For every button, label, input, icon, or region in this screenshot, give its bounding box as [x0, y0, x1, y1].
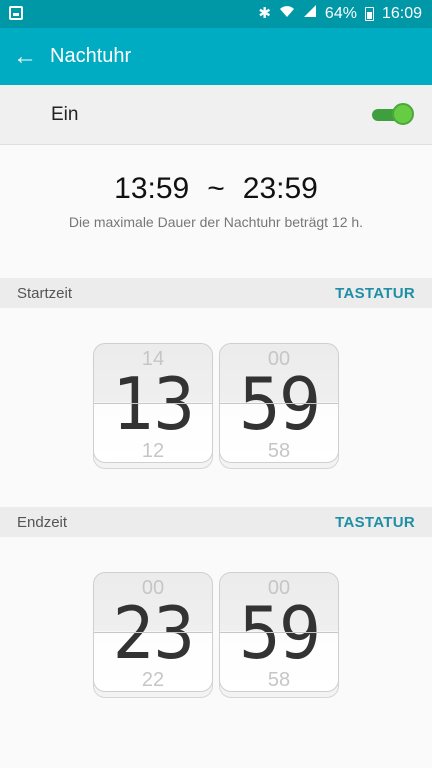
- range-start: 13:59: [114, 172, 190, 205]
- picker-current-value: 13: [112, 362, 195, 446]
- picker-current-value: 23: [112, 591, 195, 675]
- switch-knob: [392, 103, 414, 125]
- picker-card: 00 59 58: [219, 572, 339, 692]
- app-bar: ← Nachtuhr: [0, 28, 432, 85]
- picker-current-value: 59: [238, 591, 321, 675]
- status-time: 16:09: [381, 5, 422, 22]
- night-clock-switch[interactable]: [372, 102, 414, 128]
- picker-next-value: 12: [141, 440, 165, 462]
- picker-next-value: 22: [141, 669, 165, 691]
- picker-current-value: 59: [238, 362, 321, 446]
- start-section-header: Startzeit TASTATUR: [0, 278, 432, 308]
- end-hour-picker[interactable]: 00 23 22: [93, 572, 213, 698]
- image-notification-icon: [9, 6, 23, 20]
- end-section-header: Endzeit TASTATUR: [0, 507, 432, 537]
- bluetooth-icon: ✱: [258, 5, 271, 22]
- status-bar-right: ✱ 64% 16:09: [258, 4, 422, 24]
- battery-percent: 64%: [324, 5, 357, 22]
- time-range: 13:59 ~23:59: [0, 172, 432, 206]
- page-title: Nachtuhr: [50, 45, 132, 67]
- duration-note: Die maximale Dauer der Nachtuhr beträgt …: [68, 214, 364, 230]
- picker-card: 14 13 12: [93, 343, 213, 463]
- picker-divider: [220, 632, 338, 633]
- picker-card: 00 59 58: [219, 343, 339, 463]
- toggle-label: Ein: [51, 104, 79, 125]
- end-section-label: Endzeit: [17, 514, 68, 531]
- picker-next-value: 58: [267, 440, 291, 462]
- start-section-label: Startzeit: [17, 285, 73, 302]
- picker-divider: [220, 403, 338, 404]
- arrow-left-icon: ←: [13, 42, 37, 70]
- signal-icon: [303, 4, 317, 24]
- end-minute-picker[interactable]: 00 59 58: [219, 572, 339, 698]
- status-bar: ✱ 64% 16:09: [0, 0, 432, 28]
- end-keyboard-button[interactable]: TASTATUR: [335, 514, 415, 531]
- picker-card: 00 23 22: [93, 572, 213, 692]
- picker-divider: [94, 632, 212, 633]
- toggle-row[interactable]: Ein: [0, 85, 432, 145]
- range-separator: ~: [207, 172, 225, 205]
- picker-divider: [94, 403, 212, 404]
- start-keyboard-button[interactable]: TASTATUR: [335, 285, 415, 302]
- battery-icon: [364, 7, 374, 21]
- start-minute-picker[interactable]: 00 59 58: [219, 343, 339, 469]
- wifi-icon: [279, 4, 295, 24]
- range-end: 23:59: [242, 172, 318, 205]
- start-hour-picker[interactable]: 14 13 12: [93, 343, 213, 469]
- picker-next-value: 58: [267, 669, 291, 691]
- back-button[interactable]: ←: [0, 28, 50, 85]
